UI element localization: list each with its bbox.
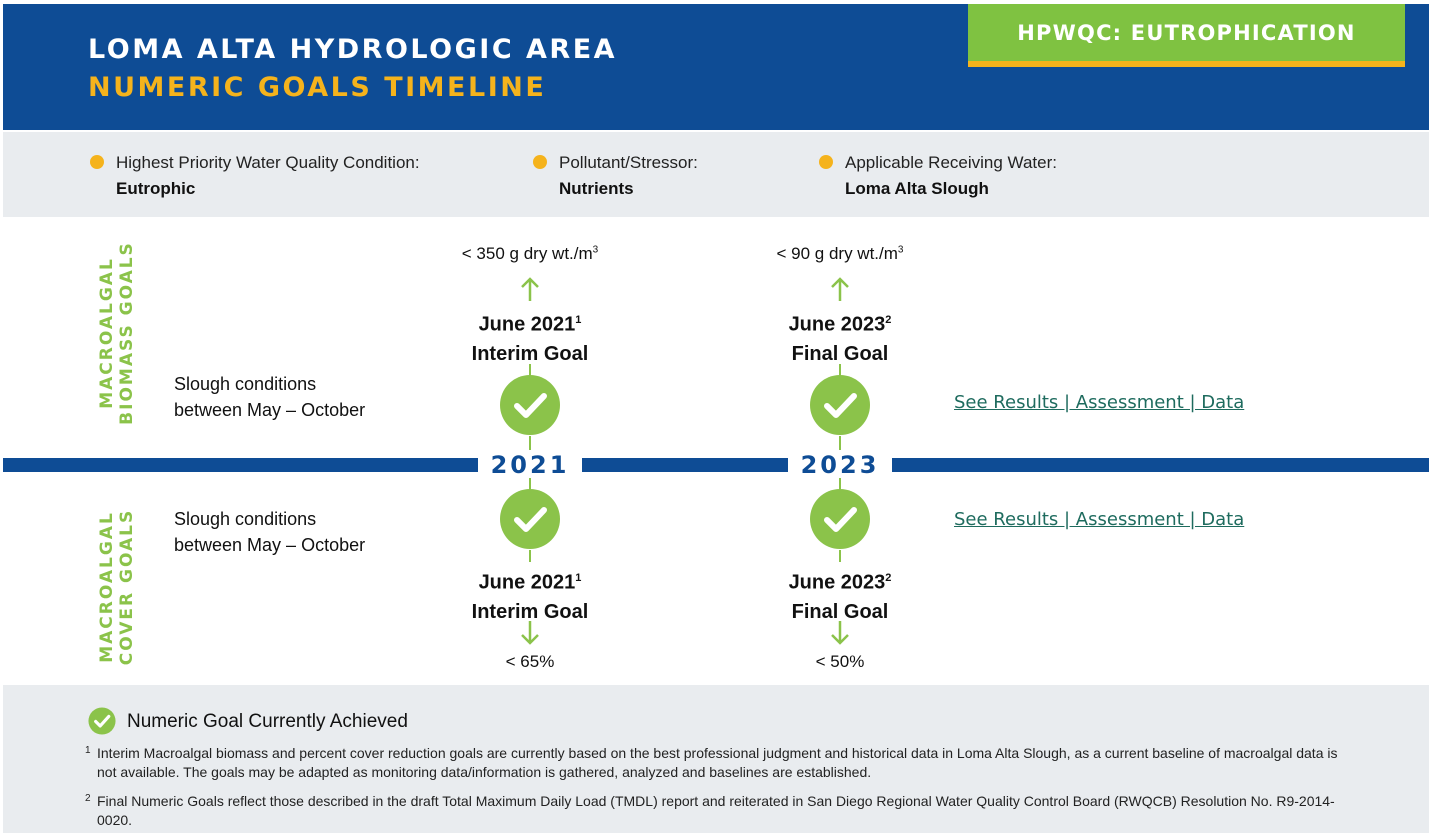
footnote-number: 1 [85, 745, 91, 756]
check-circle-icon [88, 707, 116, 735]
footnote-1: 1 Interim Macroalgal biomass and percent… [85, 744, 1345, 782]
footnote-ref: 2 [885, 572, 892, 584]
info-item-receiving-water: Applicable Receiving Water: Loma Alta Sl… [819, 150, 1057, 202]
arrow-up-icon [521, 277, 539, 301]
footnote-number: 2 [85, 793, 91, 804]
footnote-ref: 1 [575, 314, 582, 326]
section-label-line1: MACROALGAL [97, 511, 117, 663]
cover-final-goal: June 20232 Final Goal [720, 564, 960, 627]
footnote-text: Interim Macroalgal biomass and percent c… [97, 745, 1338, 780]
cover-section-label: MACROALGAL COVER GOALS [97, 487, 137, 687]
value-text: < 350 g dry wt./m [461, 244, 593, 263]
cover-final-value: < 50% [815, 652, 865, 671]
condition-line1: Slough conditions [174, 374, 317, 394]
unit-superscript: 3 [592, 244, 599, 256]
cover-interim-goal: June 20211 Interim Goal [410, 564, 650, 627]
footnote-text: Final Numeric Goals reflect those descri… [97, 793, 1335, 828]
info-value: Nutrients [559, 179, 634, 198]
footnote-2: 2 Final Numeric Goals reflect those desc… [85, 792, 1345, 830]
timeline-bar [3, 458, 1429, 472]
goal-date-text: June 2023 [788, 313, 886, 336]
info-item-condition: Highest Priority Water Quality Condition… [90, 150, 420, 202]
check-circle-icon [810, 489, 870, 549]
info-label: Applicable Receiving Water: [845, 153, 1057, 172]
page-subtitle: NUMERIC GOALS TIMELINE [88, 72, 547, 103]
info-label: Pollutant/Stressor: [559, 153, 698, 172]
info-label: Highest Priority Water Quality Condition… [116, 153, 420, 172]
arrow-down-icon [521, 621, 539, 645]
connector-line [529, 550, 531, 562]
cover-results-link[interactable]: See Results | Assessment | Data [954, 509, 1244, 530]
hpwqc-badge: HPWQC: EUTROPHICATION [968, 4, 1405, 67]
goal-date: June 20211 [410, 306, 650, 340]
arrow-down-icon [831, 621, 849, 645]
goal-date: June 20232 [720, 306, 960, 340]
goal-date-text: June 2021 [478, 313, 576, 336]
condition-line2: between May – October [174, 400, 366, 420]
condition-line2: between May – October [174, 535, 366, 555]
biomass-final-value: < 90 g dry wt./m3 [730, 244, 950, 264]
check-circle-icon [500, 489, 560, 549]
section-label-line2: COVER GOALS [117, 508, 137, 666]
arrow-up-icon [831, 277, 849, 301]
section-label-line1: MACROALGAL [97, 257, 117, 409]
footnote-ref: 2 [885, 314, 892, 326]
check-circle-icon [810, 375, 870, 435]
goal-date-text: June 2021 [478, 571, 576, 594]
condition-line1: Slough conditions [174, 509, 317, 529]
goal-date: June 20211 [410, 564, 650, 598]
goal-date: June 20232 [720, 564, 960, 598]
connector-line [839, 550, 841, 562]
biomass-section-label: MACROALGAL BIOMASS GOALS [97, 233, 137, 433]
cover-interim-value: < 65% [505, 652, 555, 671]
biomass-interim-value: < 350 g dry wt./m3 [420, 244, 640, 264]
bullet-icon [533, 155, 547, 169]
cover-condition: Slough conditions between May – October [174, 506, 365, 558]
year-marker-2023: 2023 [788, 450, 892, 480]
value-text: < 90 g dry wt./m [776, 244, 898, 263]
goal-date-text: June 2023 [788, 571, 886, 594]
biomass-results-link[interactable]: See Results | Assessment | Data [954, 392, 1244, 413]
biomass-condition: Slough conditions between May – October [174, 371, 365, 423]
bullet-icon [819, 155, 833, 169]
footnote-ref: 1 [575, 572, 582, 584]
info-value: Loma Alta Slough [845, 179, 989, 198]
biomass-final-goal: June 20232 Final Goal [720, 306, 960, 369]
year-marker-2021: 2021 [478, 450, 582, 480]
bullet-icon [90, 155, 104, 169]
info-item-pollutant: Pollutant/Stressor: Nutrients [533, 150, 698, 202]
check-circle-icon [500, 375, 560, 435]
section-label-line2: BIOMASS GOALS [117, 241, 137, 425]
unit-superscript: 3 [897, 244, 904, 256]
page-title: LOMA ALTA HYDROLOGIC AREA [88, 34, 618, 65]
biomass-interim-goal: June 20211 Interim Goal [410, 306, 650, 369]
info-value: Eutrophic [116, 179, 196, 198]
legend-label: Numeric Goal Currently Achieved [127, 711, 408, 732]
